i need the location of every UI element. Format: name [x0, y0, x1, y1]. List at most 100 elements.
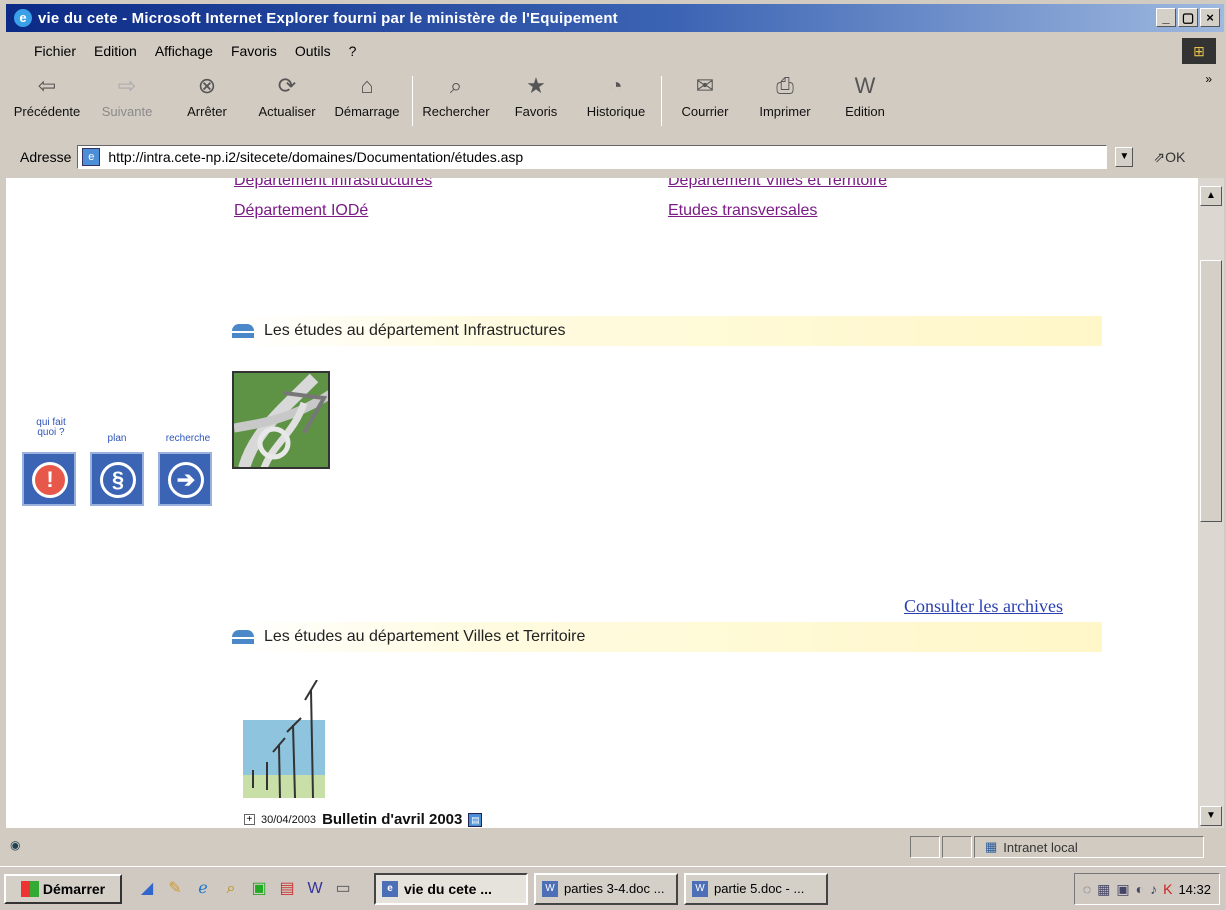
task-parties-3-4[interactable]: Wparties 3-4.doc ... [534, 872, 678, 905]
quick-launch-excel-icon[interactable]: ▣ [248, 878, 270, 900]
mail-icon: ✉ [695, 73, 715, 98]
tray-volume-icon[interactable]: ♪ [1150, 881, 1157, 897]
arrow-right-icon: ➔ [168, 462, 204, 498]
vertical-scrollbar[interactable]: ▲ ▼ [1198, 178, 1224, 828]
link-dept-iode[interactable]: Département IODé [234, 202, 368, 220]
quick-launch: ◢ ✎ ℯ ⌕ ▣ ▤ W ▭ [136, 878, 354, 900]
refresh-label: Actualiser [258, 104, 316, 119]
tray-shield-icon[interactable]: ◐ [1136, 881, 1144, 897]
back-button[interactable]: ⇦ Précédente [12, 72, 82, 119]
favorites-button[interactable]: ★ Favoris [501, 72, 571, 119]
plan-button[interactable]: plan § [90, 418, 144, 508]
stop-icon: ⊗ [197, 73, 217, 98]
quick-launch-desktop-icon[interactable]: ▭ [332, 878, 354, 900]
exclamation-icon: ! [32, 462, 68, 498]
scroll-thumb[interactable] [1200, 260, 1222, 522]
scroll-up-icon[interactable]: ▲ [1200, 186, 1222, 206]
close-button[interactable]: × [1200, 8, 1220, 27]
task-label: parties 3-4.doc ... [564, 881, 665, 896]
edit-button[interactable]: W Edition [830, 72, 900, 119]
toolbar: ⇦ Précédente ⇨ Suivante ⊗ Arrêter ⟳ Actualis… [6, 72, 1224, 132]
mail-label: Courrier [681, 104, 729, 119]
minimize-button[interactable]: _ [1156, 8, 1176, 27]
quick-launch-powerpoint-icon[interactable]: ▤ [276, 878, 298, 900]
print-button[interactable]: ⎙ Imprimer [750, 72, 820, 119]
qui-fait-quoi-button[interactable]: qui fait quoi ? ! [22, 418, 76, 508]
status-bar: ◉ ▦ Intranet local [6, 834, 1224, 860]
title-bar: e vie du cete - Microsoft Internet Explo… [6, 4, 1224, 32]
tray-network-icon[interactable]: ◌ [1083, 881, 1091, 897]
windows-flag-icon [20, 880, 39, 897]
print-icon: ⎙ [776, 73, 794, 98]
expand-plus-icon[interactable]: + [244, 814, 255, 825]
address-input[interactable]: e http://intra.cete-np.i2/sitecete/domai… [77, 145, 1108, 169]
toolbar-separator [661, 76, 662, 126]
history-icon: ◔ [609, 73, 623, 98]
favorites-icon: ★ [526, 73, 546, 98]
toolbar-separator [412, 76, 413, 126]
history-label: Historique [586, 104, 646, 119]
menu-edition[interactable]: Edition [94, 43, 137, 59]
side-navigation: qui fait quoi ? ! plan § recherche ➔ [22, 418, 232, 508]
page-content: Département infrastructures Département … [6, 178, 1198, 828]
recherche-button[interactable]: recherche ➔ [158, 418, 218, 508]
section-title: Les études au département Villes et Terr… [264, 628, 586, 645]
tray-antivirus-icon[interactable]: K [1163, 881, 1172, 897]
mail-button[interactable]: ✉ Courrier [670, 72, 740, 119]
tray-monitor-icon[interactable]: ▣ [1116, 881, 1129, 898]
menu-outils[interactable]: Outils [295, 43, 331, 59]
section-title: Les études au département Infrastructure… [264, 322, 566, 339]
refresh-button[interactable]: ⟳ Actualiser [252, 72, 322, 119]
window-title: vie du cete - Microsoft Internet Explore… [38, 9, 618, 27]
section-arrow-icon [232, 630, 254, 644]
menu-fichier[interactable]: Fichier [34, 43, 76, 59]
task-partie-5[interactable]: Wpartie 5.doc - ... [684, 872, 828, 905]
stop-button[interactable]: ⊗ Arrêter [172, 72, 242, 119]
quick-launch-app-icon[interactable]: ◢ [136, 878, 158, 900]
address-bar: Adresse e http://intra.cete-np.i2/sitece… [6, 142, 1224, 172]
status-panes: ▦ Intranet local [910, 836, 1206, 858]
consulter-archives-link[interactable]: Consulter les archives [904, 596, 1063, 617]
quick-launch-word-icon[interactable]: W [304, 878, 326, 900]
forward-arrow-icon: ⇨ [117, 73, 137, 98]
clock[interactable]: 14:32 [1178, 882, 1211, 897]
window-controls: _ ▢ × [1156, 8, 1220, 27]
scroll-down-icon[interactable]: ▼ [1200, 806, 1222, 826]
history-button[interactable]: ◔ Historique [581, 72, 651, 119]
address-dropdown-icon[interactable]: ▼ [1115, 147, 1134, 167]
home-icon: ⌂ [360, 73, 374, 98]
bulletin-title[interactable]: Bulletin d'avril 2003 [322, 811, 462, 828]
system-tray: ◌ ▦ ▣ ◐ ♪ K 14:32 [1073, 873, 1220, 905]
start-button[interactable]: Démarrer [4, 873, 122, 904]
menu-favoris[interactable]: Favoris [231, 43, 277, 59]
toolbar-more-chevron-icon[interactable]: » [1205, 72, 1212, 86]
task-label: vie du cete ... [404, 880, 492, 897]
ie-logo-icon: e [14, 9, 32, 27]
quick-launch-ie-icon[interactable]: ℯ [192, 878, 214, 900]
link-etudes-transversales[interactable]: Etudes transversales [668, 202, 817, 220]
document-icon[interactable]: ▤ [468, 812, 483, 827]
link-dept-villes-territoire[interactable]: Département Villes et Territoire [668, 178, 887, 190]
task-label: partie 5.doc - ... [714, 881, 805, 896]
address-url: http://intra.cete-np.i2/sitecete/domaine… [108, 149, 524, 165]
status-pane [910, 836, 940, 858]
maximize-button[interactable]: ▢ [1178, 8, 1198, 27]
menu-help[interactable]: ? [349, 43, 357, 59]
section-arrow-icon [232, 324, 254, 338]
home-button[interactable]: ⌂ Démarrage [332, 72, 402, 119]
back-arrow-icon: ⇦ [37, 73, 57, 98]
page-status-icon: ◉ [10, 838, 21, 852]
go-button[interactable]: ⇗OK [1153, 149, 1185, 166]
page-icon: e [82, 148, 101, 166]
forward-button[interactable]: ⇨ Suivante [92, 72, 162, 119]
link-dept-infrastructures[interactable]: Département infrastructures [234, 178, 432, 190]
bulletin-row: + 30/04/2003 Bulletin d'avril 2003 ▤ [244, 811, 483, 828]
recherche-label: recherche [165, 433, 211, 444]
home-label: Démarrage [334, 104, 400, 119]
menu-affichage[interactable]: Affichage [155, 43, 213, 59]
search-button[interactable]: ⌕ Rechercher [421, 72, 491, 119]
task-ie-window[interactable]: e vie du cete ... [374, 872, 528, 905]
quick-launch-search-icon[interactable]: ⌕ [220, 878, 242, 900]
tray-app-icon[interactable]: ▦ [1097, 881, 1110, 898]
quick-launch-outlook-icon[interactable]: ✎ [164, 878, 186, 900]
